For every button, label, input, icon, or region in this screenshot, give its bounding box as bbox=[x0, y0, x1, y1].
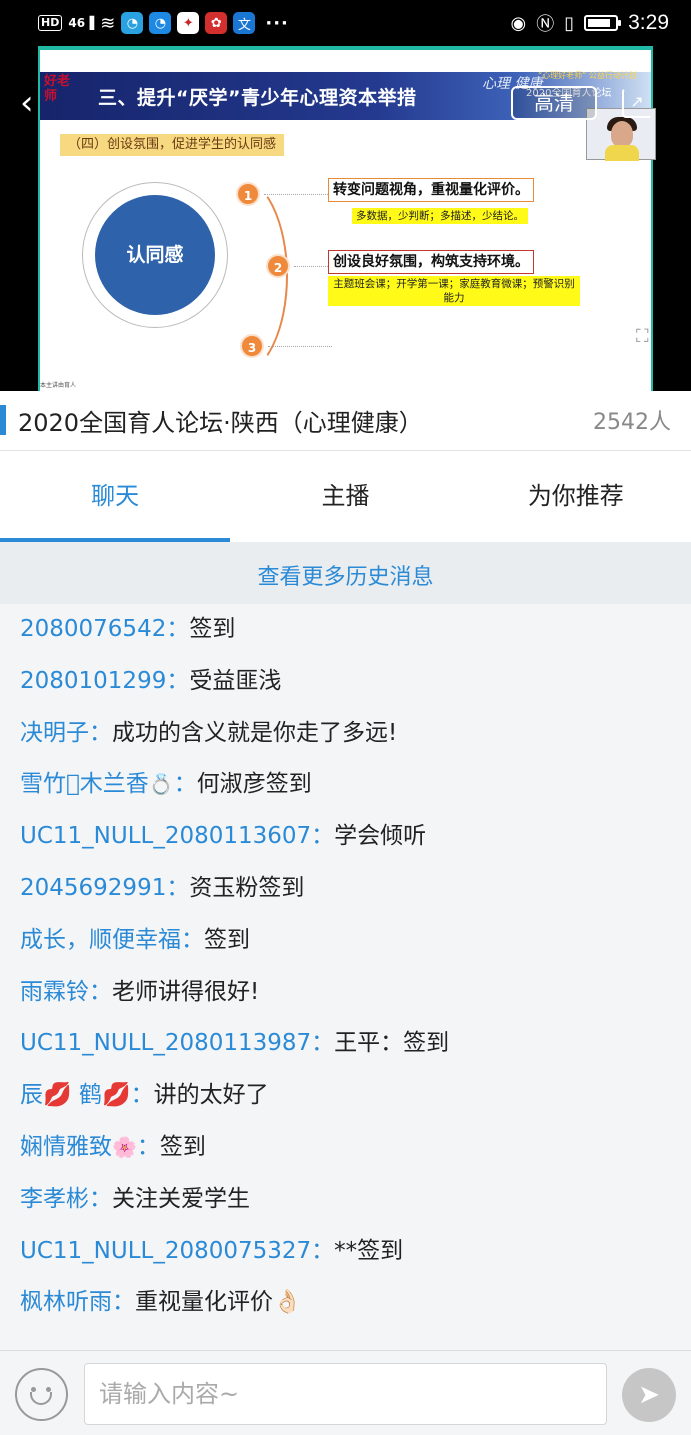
chat-message: 雨霖铃：老师讲得很好! bbox=[20, 978, 260, 1005]
sender-name[interactable]: UC11_NULL_2080075327 bbox=[20, 1238, 311, 1264]
message-text: 签到 bbox=[189, 616, 236, 642]
message-text: 签到 bbox=[159, 1133, 206, 1160]
point-number: 2 bbox=[266, 254, 290, 278]
load-history-button[interactable]: 查看更多历史消息 bbox=[0, 542, 691, 604]
hd-indicator: HD bbox=[38, 15, 63, 31]
point-title: 创设良好氛围，构筑支持环境。 bbox=[328, 250, 534, 274]
chat-message: 娴情雅致🌸：签到 bbox=[20, 1122, 691, 1174]
chat-message: 枫林听雨：重视量化评价👌🏻 bbox=[20, 1289, 302, 1316]
tab-recommended[interactable]: 为你推荐 bbox=[461, 451, 691, 542]
network-type: 46 bbox=[68, 16, 86, 30]
message-text: 成功的含义就是你走了多远! bbox=[112, 719, 398, 746]
app-notification-icon: ◔ bbox=[121, 12, 144, 34]
nfc-icon: Ⓝ bbox=[536, 14, 555, 35]
sender-name[interactable]: UC11_NULL_2080113607 bbox=[20, 823, 311, 849]
message-text: 老师讲得很好! bbox=[112, 978, 260, 1005]
more-notifications-icon: ··· bbox=[265, 12, 289, 34]
wifi-icon: ≋ bbox=[100, 12, 116, 34]
room-title-bar: 2020全国育人论坛·陕西（心理健康） 2542人 bbox=[0, 391, 691, 451]
ring-emoji-icon: 💍 bbox=[148, 772, 174, 797]
signal-indicator: 46▐ bbox=[68, 16, 94, 30]
tab-chat[interactable]: 聊天 bbox=[0, 451, 231, 542]
chat-message: 2080076542：签到 bbox=[20, 616, 236, 642]
room-title: 2020全国育人论坛·陕西（心理健康） bbox=[18, 409, 423, 437]
chat-message: UC11_NULL_2080113607：学会倾听 bbox=[20, 823, 427, 850]
app-notification-icon: 文 bbox=[233, 12, 256, 34]
tab-bar: 聊天 主播 为你推荐 bbox=[0, 451, 691, 542]
sender-name[interactable]: 成长，顺便幸福 bbox=[20, 927, 181, 953]
chat-input[interactable] bbox=[84, 1363, 607, 1425]
sender-name[interactable]: 2080076542 bbox=[20, 616, 166, 642]
viewer-count: 2542人 bbox=[593, 410, 671, 435]
point-detail: 多数据，少判断；多描述，少结论。 bbox=[352, 208, 528, 224]
status-left: HD 46▐ ≋ ◔ ◔ ✦ ✿ 文 ··· bbox=[38, 10, 289, 36]
status-bar: HD 46▐ ≋ ◔ ◔ ✦ ✿ 文 ··· ◉ Ⓝ ▯ 3:29 bbox=[0, 0, 691, 46]
app-notification-icon: ✿ bbox=[205, 12, 228, 34]
sender-name[interactable]: 辰💋 鹤💋 bbox=[20, 1082, 131, 1108]
connector-line bbox=[294, 266, 328, 267]
status-right: ◉ Ⓝ ▯ 3:29 bbox=[511, 10, 670, 36]
vibrate-icon: ▯ bbox=[564, 12, 575, 34]
title-accent-bar bbox=[0, 405, 6, 435]
signal-bars-icon: ▐ bbox=[85, 16, 95, 30]
message-text: 讲的太好了 bbox=[153, 1082, 269, 1109]
tab-host[interactable]: 主播 bbox=[230, 451, 460, 542]
sender-name[interactable]: 娴情雅致 bbox=[20, 1134, 112, 1160]
share-icon[interactable]: ↗ bbox=[622, 88, 652, 118]
message-text: 学会倾听 bbox=[334, 823, 427, 850]
chat-message: 2080101299：受益匪浅 bbox=[20, 667, 282, 694]
message-text: 关注关爱学生 bbox=[112, 1185, 250, 1212]
point-detail: 主题班会课；开学第一课；家庭教育微课；预警识别能力 bbox=[328, 276, 580, 306]
chat-message: 2045692991：资玉粉签到 bbox=[20, 874, 305, 901]
chat-input-bar: ➤ bbox=[0, 1350, 691, 1435]
eye-icon: ◉ bbox=[510, 12, 527, 34]
fullscreen-icon[interactable]: ⛶ bbox=[636, 322, 656, 352]
message-text: 签到 bbox=[204, 926, 250, 953]
sender-name[interactable]: UC11_NULL_2080113987 bbox=[20, 1030, 311, 1056]
sender-name[interactable]: 2045692991 bbox=[20, 875, 166, 901]
chat-message: 决明子：成功的含义就是你走了多远! bbox=[20, 719, 398, 746]
chat-list[interactable]: 2080076542：签到 2080101299：受益匪浅 决明子：成功的含义就… bbox=[0, 604, 691, 1350]
message-text: 重视量化评价👌🏻 bbox=[135, 1289, 302, 1316]
message-text: 何淑彦签到 bbox=[196, 771, 312, 798]
sender-name[interactable]: 雨霖铃 bbox=[20, 979, 89, 1005]
send-icon[interactable]: ➤ bbox=[622, 1368, 676, 1422]
app-notification-icon: ✦ bbox=[177, 12, 200, 34]
battery-icon bbox=[584, 15, 622, 31]
chat-message: 雪竹 木兰香💍：何淑彦签到 bbox=[20, 759, 691, 811]
message-text: **签到 bbox=[334, 1237, 404, 1264]
chat-message: UC11_NULL_2080075327：**签到 bbox=[20, 1237, 404, 1264]
chat-message: 辰💋 鹤💋：讲的太好了 bbox=[20, 1082, 269, 1109]
point-number: 3 bbox=[240, 334, 264, 358]
message-text: 受益匪浅 bbox=[189, 667, 282, 694]
app-notification-icon: ◔ bbox=[149, 12, 172, 34]
message-text: 资玉粉签到 bbox=[189, 874, 305, 901]
slide-section-title: 三、提升“厌学”青少年心理资本举措 bbox=[98, 87, 417, 109]
chat-message: 李孝彬：关注关爱学生 bbox=[20, 1185, 250, 1212]
video-player[interactable]: 好老师 三、提升“厌学”青少年心理资本举措 心理 健康 “心理好老师” 公益行动… bbox=[0, 46, 691, 391]
slide-footer: 本主讲由育人 bbox=[40, 382, 77, 389]
sender-name[interactable]: 枫林听雨 bbox=[20, 1289, 112, 1315]
slide-event-tagline: “心理好老师” 公益行动计划 bbox=[538, 71, 637, 80]
smile-icon[interactable] bbox=[15, 1368, 68, 1421]
sender-name[interactable]: 2080101299 bbox=[20, 668, 166, 694]
connector-line bbox=[268, 346, 332, 347]
slide-subheading: （四）创设氛围，促进学生的认同感 bbox=[60, 134, 285, 156]
chat-message: 成长，顺便幸福：签到 bbox=[20, 926, 250, 953]
sender-name[interactable]: 决明子 bbox=[20, 720, 89, 746]
back-arrow-icon[interactable]: ‹ bbox=[20, 86, 54, 122]
quality-button[interactable]: 高清 bbox=[511, 86, 597, 120]
chat-message: UC11_NULL_2080113987：王平：签到 bbox=[20, 1030, 450, 1057]
point-number: 1 bbox=[236, 182, 260, 206]
sender-name[interactable]: 雪竹 木兰香 bbox=[20, 771, 149, 797]
point-title: 转变问题视角，重视量化评价。 bbox=[328, 178, 534, 202]
connector-line bbox=[264, 194, 328, 195]
flower-emoji-icon: 🌸 bbox=[112, 1134, 137, 1159]
sender-name[interactable]: 李孝彬 bbox=[20, 1186, 89, 1212]
clock: 3:29 bbox=[628, 11, 669, 34]
message-text: 王平：签到 bbox=[334, 1030, 450, 1057]
